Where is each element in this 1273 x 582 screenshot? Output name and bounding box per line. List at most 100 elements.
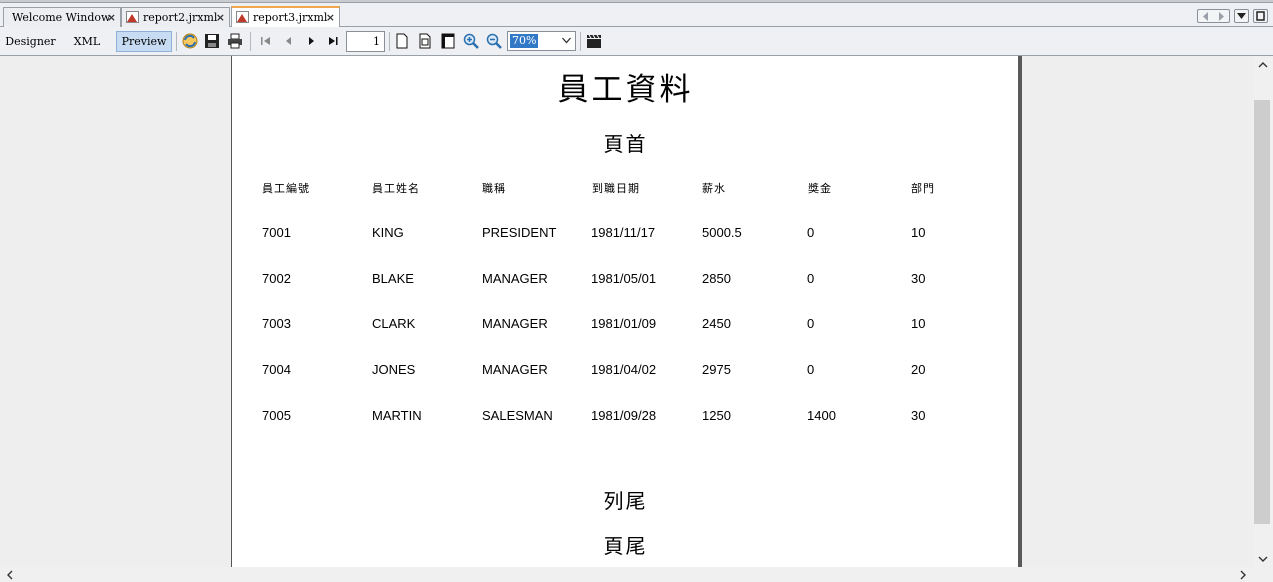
fit-width-icon[interactable] [440,33,456,49]
last-page-icon[interactable] [325,33,341,49]
toolbar-separator [389,32,390,51]
editor-tab-bar: Welcome Window × report2.jrxml × report3… [0,3,1273,28]
cell-hiredate: 1981/04/02 [591,362,657,377]
close-icon[interactable]: × [216,8,225,27]
preview-mode-button[interactable]: Preview [116,31,172,52]
column-header-dept: 部門 [911,182,935,195]
fit-page-icon[interactable] [417,33,433,49]
column-header-job: 職稱 [482,182,506,195]
maximize-window-button[interactable] [1253,9,1268,23]
scrollbar-corner [1253,567,1273,582]
designer-mode-button[interactable]: Designer [3,31,58,52]
cell-hiredate: 1981/11/17 [591,225,656,240]
xml-mode-button[interactable]: XML [66,31,108,52]
jasper-report-icon [236,11,249,23]
toolbar-separator [580,32,581,51]
page-number-input[interactable]: 1 [346,31,385,52]
cell-dept: 30 [911,408,926,423]
cell-job: MANAGER [482,271,548,286]
cell-bonus: 1400 [807,408,836,423]
close-icon[interactable]: × [107,8,116,27]
column-header-hiredate: 到職日期 [592,182,640,195]
cell-emp-name: KING [372,225,404,240]
zoom-select[interactable]: 70% [507,31,576,51]
close-icon[interactable]: × [326,8,335,27]
scroll-tabs-right-icon[interactable] [1217,12,1225,21]
clapper-icon[interactable] [586,33,602,49]
cell-dept: 10 [911,316,926,331]
zoom-out-icon[interactable] [486,33,502,49]
zoom-value: 70% [510,34,539,48]
page-footer-band: 頁尾 [603,534,648,558]
horizontal-scrollbar[interactable] [0,567,1253,582]
tab-label: Welcome Window [12,11,111,24]
cell-dept: 10 [911,225,926,240]
column-footer-band: 列尾 [603,489,648,513]
cell-bonus: 0 [807,362,815,377]
cell-emp-name: CLARK [372,316,416,331]
save-icon[interactable] [204,33,220,49]
report-title: 員工資料 [557,72,694,108]
cell-emp-no: 7005 [262,408,291,423]
vertical-scrollbar[interactable] [1253,56,1273,567]
maximize-icon [1256,11,1265,21]
print-icon[interactable] [227,33,243,49]
cell-salary: 2975 [702,362,731,377]
cell-job: MANAGER [482,362,548,377]
jasper-report-icon [126,11,139,23]
cell-bonus: 0 [807,225,815,240]
vertical-scroll-thumb[interactable] [1254,100,1270,524]
chevron-down-icon[interactable] [562,37,571,44]
chevron-down-icon [1237,13,1246,19]
cell-salary: 2450 [702,316,731,331]
next-page-icon[interactable] [303,33,319,49]
tab-label: report3.jrxml [253,11,328,24]
cell-hiredate: 1981/01/09 [591,316,657,331]
cell-salary: 1250 [702,408,731,423]
cell-bonus: 0 [807,271,815,286]
report-page: 員工資料 頁首 員工編號 員工姓名 職稱 到職日期 薪水 獎金 部門 7001 K… [231,56,1018,567]
previous-page-icon[interactable] [281,33,297,49]
cell-salary: 2850 [702,271,731,286]
cell-job: MANAGER [482,316,548,331]
scroll-right-icon[interactable] [1239,570,1247,580]
scroll-left-icon[interactable] [6,570,14,580]
scroll-up-icon[interactable] [1258,61,1268,69]
tab-label: report2.jrxml [143,11,218,24]
cell-emp-name: BLAKE [372,271,414,286]
column-header-bonus: 獎金 [808,182,832,195]
cell-dept: 30 [911,271,926,286]
toolbar-separator [176,32,177,51]
toolbar-separator [250,32,251,51]
cell-job: PRESIDENT [482,225,557,240]
first-page-icon[interactable] [258,33,274,49]
cell-emp-no: 7002 [262,271,291,286]
report-preview-area[interactable]: 員工資料 頁首 員工編號 員工姓名 職稱 到職日期 薪水 獎金 部門 7001 K… [0,56,1253,567]
scroll-tabs-left-icon[interactable] [1202,12,1210,21]
column-header-emp-name: 員工姓名 [372,182,420,195]
report-toolbar: Designer XML Preview 1 70% [0,27,1273,56]
scroll-down-icon[interactable] [1258,555,1268,563]
refresh-icon[interactable] [182,33,198,49]
page-shadow [1018,56,1022,567]
cell-dept: 20 [911,362,926,377]
actual-size-icon[interactable] [394,33,410,49]
cell-bonus: 0 [807,316,815,331]
cell-emp-name: JONES [372,362,416,377]
cell-hiredate: 1981/09/28 [591,408,657,423]
zoom-in-icon[interactable] [463,33,479,49]
cell-salary: 5000.5 [702,225,742,240]
cell-emp-no: 7004 [262,362,291,377]
tab-list-button[interactable] [1234,9,1249,23]
cell-emp-no: 7003 [262,316,291,331]
cell-emp-no: 7001 [262,225,291,240]
cell-hiredate: 1981/05/01 [591,271,657,286]
tab-report2[interactable]: report2.jrxml × [121,7,230,27]
page-header-band: 頁首 [603,132,648,156]
column-header-emp-no: 員工編號 [262,182,310,195]
tab-scroll-control [1197,9,1230,23]
tab-report3[interactable]: report3.jrxml × [231,6,340,28]
tab-welcome-window[interactable]: Welcome Window × [3,7,121,27]
cell-job: SALESMAN [482,408,553,423]
cell-emp-name: MARTIN [372,408,422,423]
